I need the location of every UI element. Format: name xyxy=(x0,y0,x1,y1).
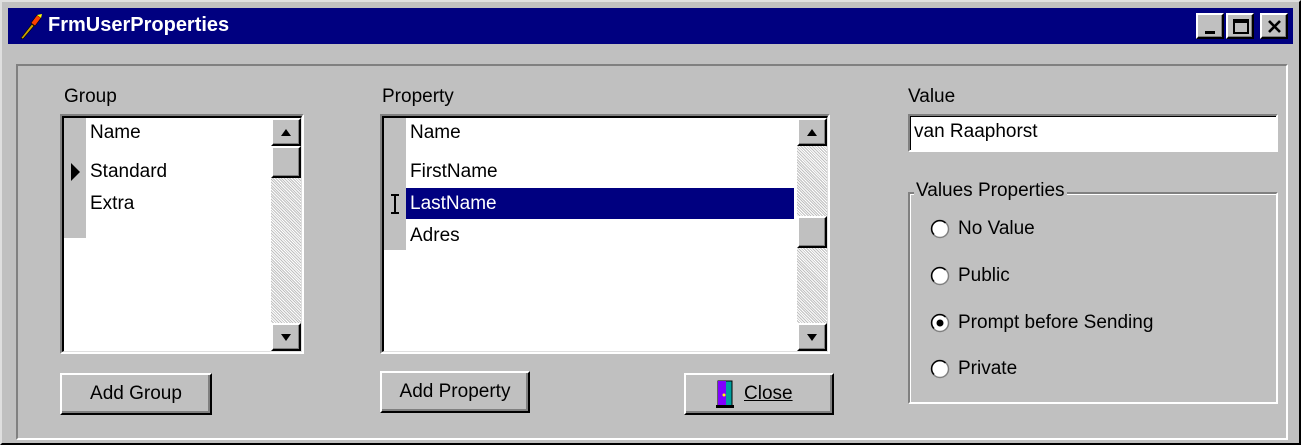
group-row-label: Extra xyxy=(90,193,135,214)
value-field[interactable]: van Raaphorst xyxy=(908,114,1278,152)
row-indicator-column xyxy=(384,118,406,250)
close-icon xyxy=(1268,20,1281,33)
title-bar[interactable]: FrmUserProperties xyxy=(8,8,1293,44)
edit-cursor-icon xyxy=(391,194,399,214)
property-row-label: FirstName xyxy=(410,161,498,182)
value-label: Value xyxy=(908,86,956,107)
maximize-icon xyxy=(1233,19,1249,34)
property-scrollbar[interactable] xyxy=(797,118,827,351)
scroll-down-button[interactable] xyxy=(271,323,301,351)
property-row-label: Adres xyxy=(410,225,460,246)
arrow-up-icon xyxy=(807,129,817,136)
property-row-adres[interactable]: Adres xyxy=(406,220,794,251)
minimize-button[interactable] xyxy=(1196,13,1224,39)
property-row-lastname[interactable]: LastName xyxy=(406,188,794,219)
scroll-thumb[interactable] xyxy=(797,216,827,248)
group-row-extra[interactable]: Extra xyxy=(86,188,266,219)
property-grid[interactable]: Name FirstName LastName Adres xyxy=(380,114,830,354)
group-column-header[interactable]: Name xyxy=(90,122,141,144)
add-group-button[interactable]: Add Group xyxy=(60,373,212,415)
maximize-button[interactable] xyxy=(1226,13,1254,39)
close-window-button[interactable] xyxy=(1260,13,1288,39)
group-scrollbar[interactable] xyxy=(271,118,301,351)
scroll-thumb[interactable] xyxy=(271,146,301,178)
scroll-up-button[interactable] xyxy=(797,118,827,146)
radio-label: Private xyxy=(958,358,1018,379)
radio-label: Public xyxy=(958,265,1010,286)
property-column-header[interactable]: Name xyxy=(410,122,461,144)
add-property-button[interactable]: Add Property xyxy=(380,371,530,413)
radio-label: Prompt before Sending xyxy=(958,312,1154,333)
minimize-icon xyxy=(1205,31,1215,34)
arrow-up-icon xyxy=(281,129,291,136)
property-row-label: LastName xyxy=(410,193,497,214)
values-properties-title: Values Properties xyxy=(914,180,1067,202)
radio-label: No Value xyxy=(958,218,1035,239)
scroll-up-button[interactable] xyxy=(271,118,301,146)
app-window: FrmUserProperties Group Name Standard Ex… xyxy=(0,0,1301,445)
close-button[interactable]: Close xyxy=(684,373,834,415)
arrow-down-icon xyxy=(281,334,291,341)
group-grid[interactable]: Name Standard Extra xyxy=(60,114,304,354)
current-row-arrow-icon xyxy=(71,163,80,181)
radio-button-selected-icon xyxy=(930,313,950,333)
radio-button-icon xyxy=(930,266,950,286)
group-row-standard[interactable]: Standard xyxy=(86,156,266,187)
door-exit-icon xyxy=(716,380,734,408)
close-button-label: Close xyxy=(744,383,793,404)
arrow-down-icon xyxy=(807,334,817,341)
property-label: Property xyxy=(382,86,454,107)
group-label: Group xyxy=(64,86,117,107)
radio-button-icon xyxy=(930,219,950,239)
radio-button-icon xyxy=(930,359,950,379)
app-icon xyxy=(20,14,42,40)
window-title: FrmUserProperties xyxy=(48,14,230,36)
group-row-label: Standard xyxy=(90,161,168,182)
property-row-firstname[interactable]: FirstName xyxy=(406,156,794,187)
scroll-down-button[interactable] xyxy=(797,323,827,351)
